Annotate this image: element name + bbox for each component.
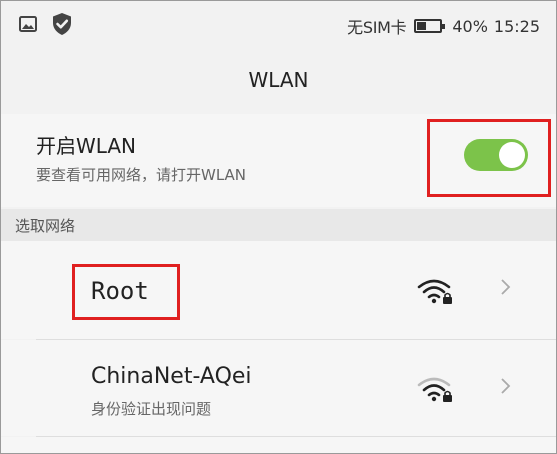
network-status: 身份验证出现问题: [91, 400, 212, 418]
network-name: ChinaNet-AQei: [91, 364, 252, 389]
network-name: Root: [91, 277, 149, 305]
section-header: 选取网络: [1, 209, 556, 241]
row-divider: [36, 436, 556, 437]
battery-percent: 40%: [452, 16, 488, 36]
page-title: WLAN: [248, 68, 309, 92]
wifi-lock-icon: [415, 276, 455, 306]
wlan-toggle-subtitle: 要查看可用网络，请打开WLAN: [36, 166, 247, 184]
image-notification-icon: [19, 16, 37, 36]
switch-knob: [499, 142, 525, 168]
chevron-right-icon[interactable]: [496, 275, 516, 305]
wlan-switch[interactable]: [464, 139, 528, 171]
status-bar: 无SIM卡 40% 15:25: [1, 1, 556, 51]
battery-level: [417, 22, 427, 30]
carrier-label: 无SIM卡: [347, 18, 407, 37]
network-row-root[interactable]: Root: [1, 241, 556, 339]
network-row-chinanet[interactable]: ChinaNet-AQei 身份验证出现问题: [1, 339, 556, 436]
battery-icon: [414, 19, 446, 33]
row-divider: [36, 339, 556, 340]
wlan-toggle-title: 开启WLAN: [36, 134, 137, 158]
wifi-lock-icon: [415, 374, 455, 404]
network-row-partial: [1, 436, 556, 453]
wlan-settings-screen: 无SIM卡 40% 15:25 WLAN 开启WLAN 要查看可用网络，请打开W…: [0, 0, 557, 454]
chevron-right-icon[interactable]: [496, 374, 516, 404]
shield-check-icon: [51, 12, 73, 40]
page-title-bar: WLAN: [1, 51, 556, 109]
clock: 15:25: [493, 16, 540, 36]
status-bar-right: 无SIM卡 40% 15:25: [347, 11, 540, 41]
status-bar-left: [19, 11, 73, 41]
